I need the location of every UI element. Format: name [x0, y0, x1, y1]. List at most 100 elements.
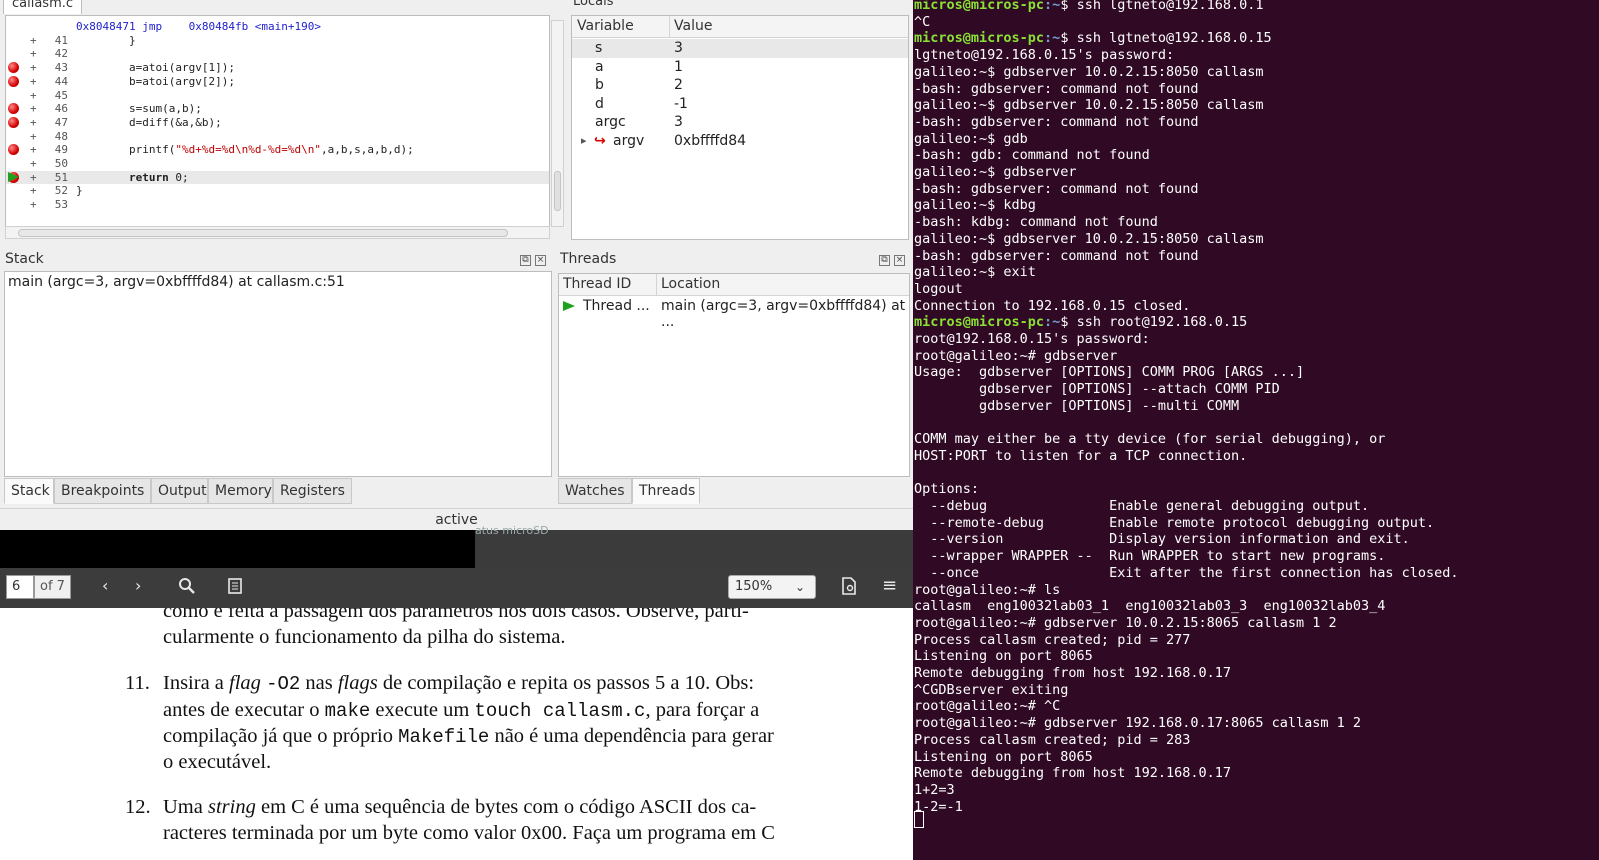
column-header-location[interactable]: Location: [661, 276, 720, 292]
line-marker[interactable]: +: [30, 75, 37, 89]
threads-panel: Thread ID Location Thread ... main (argc…: [558, 273, 910, 477]
breakpoint-icon[interactable]: [8, 75, 19, 87]
source-line[interactable]: +47 d=diff(&a,&b);: [6, 116, 549, 130]
thread-row[interactable]: Thread ... main (argc=3, argv=0xbffffd84…: [559, 297, 909, 330]
page-number-input[interactable]: 6: [6, 575, 34, 599]
scrollbar-thumb[interactable]: [18, 229, 508, 237]
source-line[interactable]: +41 }: [6, 33, 549, 48]
item-number: 12.: [125, 796, 151, 818]
stack-title: Stack: [5, 251, 44, 267]
menu-icon[interactable]: ≡: [882, 575, 897, 596]
local-variable-row[interactable]: d -1: [572, 95, 908, 114]
next-page-icon[interactable]: ›: [135, 576, 141, 595]
line-number: 48: [54, 129, 68, 143]
close-icon[interactable]: ×: [894, 255, 905, 266]
terminal-line: micros@micros-pc:~$ ssh lgtneto@192.168.…: [914, 0, 1264, 14]
float-icon[interactable]: ⧉: [520, 255, 531, 266]
previous-page-icon[interactable]: ‹: [102, 576, 108, 595]
prompt-command: $ ssh lgtneto@192.168.0.15: [1060, 30, 1272, 47]
terminal-window[interactable]: micros@micros-pc :~$ ssh lgtneto@192.168.…: [913, 0, 1599, 860]
terminal-line: Remote debugging from host 192.168.0.17: [914, 765, 1231, 782]
scrollbar-thumb[interactable]: [554, 171, 561, 211]
line-number: 43: [54, 61, 68, 75]
column-header-value[interactable]: Value: [674, 18, 712, 34]
terminal-line: Listening on port 8065: [914, 648, 1093, 665]
expand-arrow-icon[interactable]: ▸: [581, 132, 587, 151]
tab-stack[interactable]: Stack: [4, 478, 54, 504]
line-marker[interactable]: +: [30, 61, 37, 75]
column-header-thread-id[interactable]: Thread ID: [563, 276, 631, 292]
line-marker[interactable]: +: [30, 198, 37, 212]
breakpoint-icon[interactable]: [8, 116, 19, 128]
source-line[interactable]: 0x8048471 jmp 0x80484fb <main+190>: [6, 20, 549, 34]
local-variable-row[interactable]: argc 3: [572, 113, 908, 132]
terminal-line: gdbserver [OPTIONS] --multi COMM: [914, 397, 1240, 414]
line-marker[interactable]: +: [30, 130, 37, 144]
close-icon[interactable]: ×: [535, 255, 546, 266]
terminal-line: galileo:~$ gdbserver 10.0.2.15:8050 call…: [914, 230, 1264, 247]
source-vertical-scrollbar[interactable]: [551, 20, 564, 227]
source-line[interactable]: +52}: [6, 184, 549, 198]
source-line[interactable]: +45: [6, 89, 549, 103]
line-marker[interactable]: +: [30, 89, 37, 103]
source-horizontal-scrollbar[interactable]: [5, 226, 550, 239]
source-editor[interactable]: 0x8048471 jmp 0x80484fb <main+190> +41 } +…: [5, 15, 550, 227]
local-variable-row[interactable]: ▸ ↪ argv 0xbffffd84: [572, 132, 908, 151]
float-icon[interactable]: ⧉: [879, 255, 890, 266]
tab-threads[interactable]: Threads: [632, 478, 700, 504]
local-variable-row[interactable]: b2: [572, 76, 908, 95]
terminal-line: Options:: [914, 481, 980, 498]
text-line: Insira a flag -O2 nas flags de compilaçã…: [163, 672, 755, 695]
line-number: 50: [54, 157, 68, 170]
threads-dock-buttons: ⧉ ×: [875, 252, 905, 266]
source-line[interactable]: +49 printf("%d+%d=%d\n%d-%d=%d\n",a,b,s,…: [6, 143, 549, 157]
source-file-tab[interactable]: callasm.c: [3, 0, 83, 14]
text-line: o executável.: [163, 751, 272, 773]
breakpoint-icon[interactable]: [8, 62, 19, 74]
source-line[interactable]: +48: [6, 129, 549, 144]
source-line[interactable]: +43 a=atoi(argv[1]);: [6, 61, 549, 75]
source-line[interactable]: +53: [6, 198, 549, 212]
source-line[interactable]: +44 b=atoi(argv[2]);: [6, 74, 549, 89]
line-marker[interactable]: +: [30, 34, 37, 48]
line-number: 49: [54, 143, 68, 157]
thread-location: main (argc=3, argv=0xbffffd84) at ...: [661, 298, 906, 330]
terminal-line: callasm eng10032lab03_1 eng10032lab03_3 …: [914, 598, 1386, 615]
prompt-command: $ ssh root@192.168.0.15: [1060, 314, 1248, 331]
line-marker[interactable]: +: [30, 116, 37, 130]
line-marker[interactable]: +: [30, 184, 37, 198]
search-icon[interactable]: [178, 577, 198, 597]
line-marker[interactable]: +: [30, 47, 37, 61]
tab-watches[interactable]: Watches: [558, 478, 632, 504]
line-marker[interactable]: +: [30, 143, 37, 157]
source-line[interactable]: +50: [6, 157, 549, 171]
current-thread-icon: [563, 301, 575, 311]
line-marker[interactable]: +: [30, 102, 37, 116]
terminal-cursor: [914, 811, 924, 828]
code-text: return 0;: [128, 170, 189, 184]
annotations-icon[interactable]: [227, 577, 247, 597]
source-line[interactable]: +51 return 0;: [6, 170, 549, 185]
terminal-line: micros@micros-pc:~$ ssh lgtneto@192.168.…: [914, 30, 1272, 47]
breakpoint-icon[interactable]: [8, 103, 19, 115]
tab-registers[interactable]: Registers: [273, 478, 352, 504]
code-text: b=atoi(argv[2]);: [76, 74, 235, 88]
prompt-user: micros@micros-pc: [914, 0, 1045, 13]
line-marker[interactable]: +: [30, 157, 37, 171]
breakpoint-icon[interactable]: [8, 144, 19, 156]
tab-breakpoints[interactable]: Breakpoints: [54, 478, 151, 504]
zoom-select[interactable]: 150% ⌄: [728, 575, 816, 599]
source-line[interactable]: +46 s=sum(a,b);: [6, 102, 549, 116]
document-properties-icon[interactable]: [842, 577, 860, 597]
code-text: }: [76, 33, 136, 47]
stack-frame[interactable]: main (argc=3, argv=0xbffffd84) at callas…: [8, 274, 345, 290]
source-line[interactable]: +42: [6, 47, 549, 61]
column-header-variable[interactable]: Variable: [577, 18, 634, 34]
tab-output[interactable]: Output: [151, 478, 208, 504]
tab-memory[interactable]: Memory: [208, 478, 273, 504]
terminal-line: --version Display version information an…: [914, 531, 1410, 548]
line-marker[interactable]: +: [30, 171, 37, 185]
local-variable-row[interactable]: s3: [572, 39, 908, 58]
local-variable-row[interactable]: a1: [572, 58, 908, 77]
prompt-path: :~: [1044, 30, 1061, 47]
